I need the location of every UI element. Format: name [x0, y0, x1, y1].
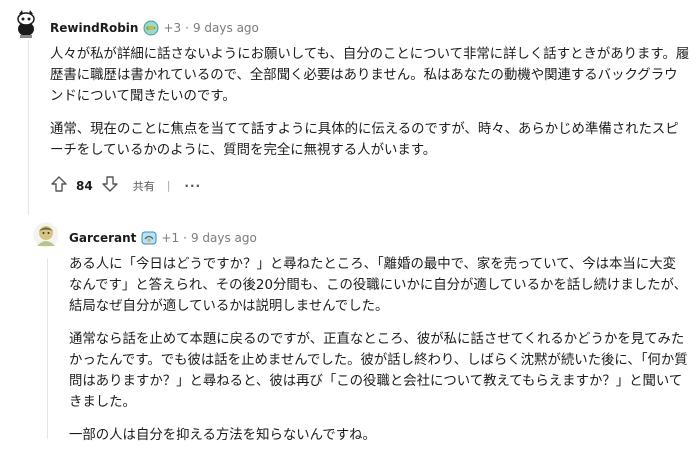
more-options-button[interactable]: ··· — [184, 179, 201, 193]
comment-paragraph: 人々が私が詳細に話さないようにお願いしても、自分のことについて非常に詳しく話すと… — [50, 47, 690, 104]
username[interactable]: Garcerant — [69, 231, 136, 245]
reply-header: Garcerant +1 · 9 days ago — [69, 230, 257, 246]
action-divider: | — [166, 179, 171, 192]
avatar-garcerant[interactable] — [33, 222, 59, 248]
reply-body: ある人に「今日はどうですか？」と尋ねたところ、「離婚の最中で、家を売っていて、今… — [69, 254, 689, 458]
comment-paragraph: 一部の人は自分を抑える方法を知らないんですね。 — [69, 428, 376, 443]
karma-badge: +1 — [161, 231, 180, 245]
thread-line[interactable] — [47, 258, 48, 439]
comment-actions: 84 共有 | ··· — [50, 175, 201, 196]
timestamp[interactable]: 9 days ago — [191, 231, 257, 245]
meta-separator: · — [183, 231, 187, 245]
vote-score: 84 — [76, 178, 93, 193]
karma-badge: +3 — [163, 21, 182, 35]
thread-line[interactable] — [28, 40, 29, 215]
upvote-arrow-icon[interactable] — [50, 175, 68, 196]
avatar-rewindrobin[interactable] — [10, 8, 42, 40]
timestamp[interactable]: 9 days ago — [193, 21, 259, 35]
badge-flair-icon — [141, 230, 157, 246]
downvote-arrow-icon[interactable] — [101, 175, 119, 196]
comment-paragraph: 通常なら話を止めて本題に戻るのですが、正直なところ、彼が私に話させてくれるかどう… — [69, 332, 688, 410]
username[interactable]: RewindRobin — [50, 21, 138, 35]
globe-flair-icon — [143, 20, 159, 36]
comment-body: 人々が私が詳細に話さないようにお願いしても、自分のことについて非常に詳しく話すと… — [50, 44, 690, 173]
meta-separator: · — [185, 21, 189, 35]
share-button[interactable]: 共有 — [133, 178, 155, 194]
comment-paragraph: ある人に「今日はどうですか？」と尋ねたところ、「離婚の最中で、家を売っていて、今… — [69, 257, 688, 314]
comment-paragraph: 通常、現在のことに焦点を当てて話すように具体的に伝えるのですが、時々、あらかじめ… — [50, 122, 679, 158]
comment-header: RewindRobin +3 · 9 days ago — [50, 20, 259, 36]
